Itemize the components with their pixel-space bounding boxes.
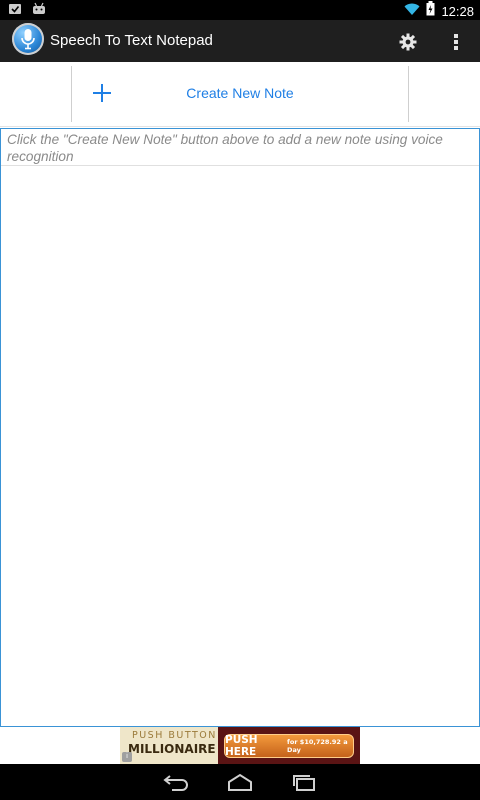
empty-notes-hint: Click the "Create New Note" button above… bbox=[7, 132, 443, 164]
status-time: 12:28 bbox=[441, 3, 474, 19]
ad-cta-button[interactable]: PUSH HERE for $10,728.92 a Day bbox=[224, 734, 354, 758]
create-new-note-label: Create New Note bbox=[186, 85, 294, 101]
ad-cta-main: PUSH HERE bbox=[225, 734, 258, 758]
navigation-bar bbox=[0, 764, 480, 800]
settings-gear-icon[interactable] bbox=[392, 26, 424, 58]
ad-cta-sub: for $10,728.92 a Day bbox=[287, 738, 348, 754]
ad-logo-line1: PUSH BUTTON bbox=[132, 730, 217, 741]
create-new-note-button[interactable]: Create New Note bbox=[71, 66, 409, 122]
battery-charging-icon bbox=[426, 1, 435, 21]
notes-list[interactable]: Click the "Create New Note" button above… bbox=[0, 128, 480, 727]
app-title: Speech To Text Notepad bbox=[50, 32, 213, 49]
back-icon[interactable] bbox=[156, 770, 196, 794]
ad-logo[interactable]: PUSH BUTTON MILLIONAIRE i bbox=[120, 727, 218, 764]
status-bar: 12:28 bbox=[0, 0, 480, 20]
microphone-icon[interactable] bbox=[12, 23, 44, 55]
home-icon[interactable] bbox=[220, 770, 260, 794]
ad-info-icon[interactable]: i bbox=[122, 752, 132, 762]
ad-logo-line2: MILLIONAIRE bbox=[128, 742, 216, 756]
android-notification-icon bbox=[32, 2, 46, 20]
ad-cta-area[interactable]: PUSH HERE for $10,728.92 a Day bbox=[218, 727, 360, 764]
ad-banner[interactable]: PUSH BUTTON MILLIONAIRE i PUSH HERE for … bbox=[120, 727, 360, 764]
create-note-toolbar: Create New Note bbox=[0, 62, 480, 127]
action-bar: Speech To Text Notepad bbox=[0, 20, 480, 62]
divider bbox=[1, 165, 479, 166]
recent-apps-icon[interactable] bbox=[284, 770, 324, 794]
wifi-icon bbox=[404, 2, 420, 21]
checkbox-notification-icon bbox=[8, 2, 22, 20]
overflow-menu-icon[interactable] bbox=[440, 26, 472, 58]
